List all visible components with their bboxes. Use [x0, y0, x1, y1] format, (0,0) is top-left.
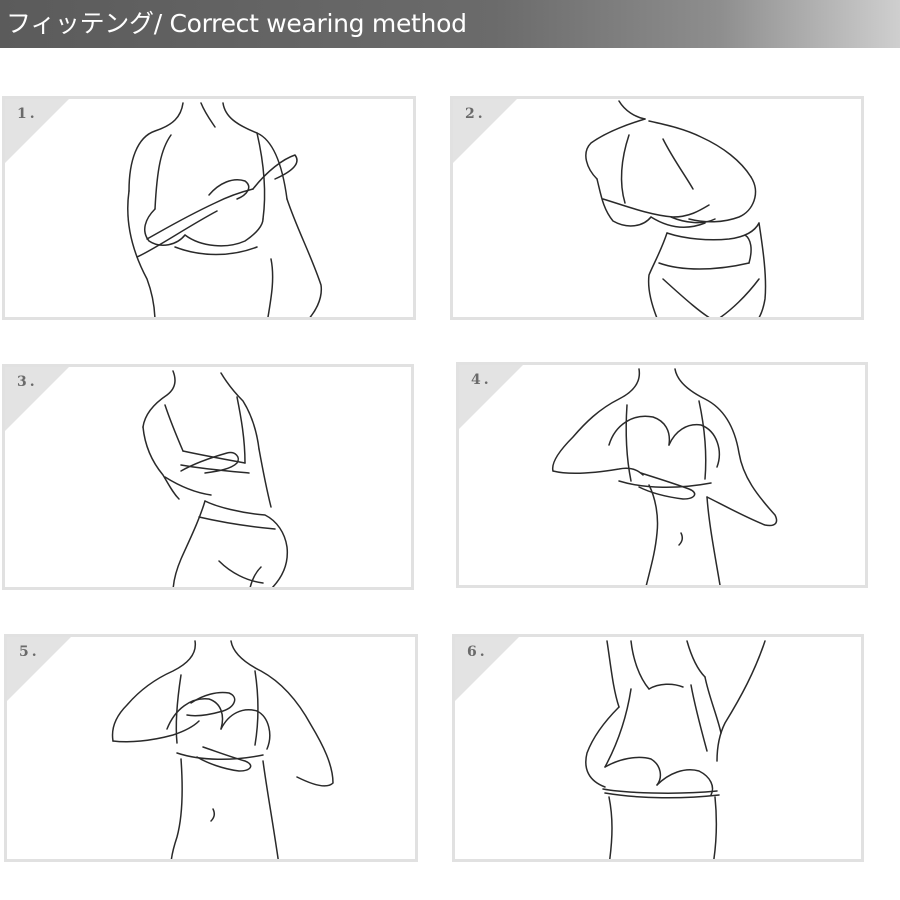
- step-panel-4: 4.: [456, 362, 868, 588]
- step-number-5: 5.: [19, 644, 40, 660]
- page-title: フィッテング/ Correct wearing method: [6, 9, 467, 38]
- step-panel-3: 3.: [2, 364, 414, 590]
- step-panel-6: 6.: [452, 634, 864, 862]
- step-number-1: 1.: [17, 106, 38, 122]
- step-number-3: 3.: [17, 374, 38, 390]
- step-number-2: 2.: [465, 106, 486, 122]
- page-header: フィッテング/ Correct wearing method: [0, 0, 900, 48]
- step-number-4: 4.: [471, 372, 492, 388]
- step-panel-1: 1.: [2, 96, 416, 320]
- step-number-6: 6.: [467, 644, 488, 660]
- step-panel-2: 2.: [450, 96, 864, 320]
- step-panel-5: 5.: [4, 634, 418, 862]
